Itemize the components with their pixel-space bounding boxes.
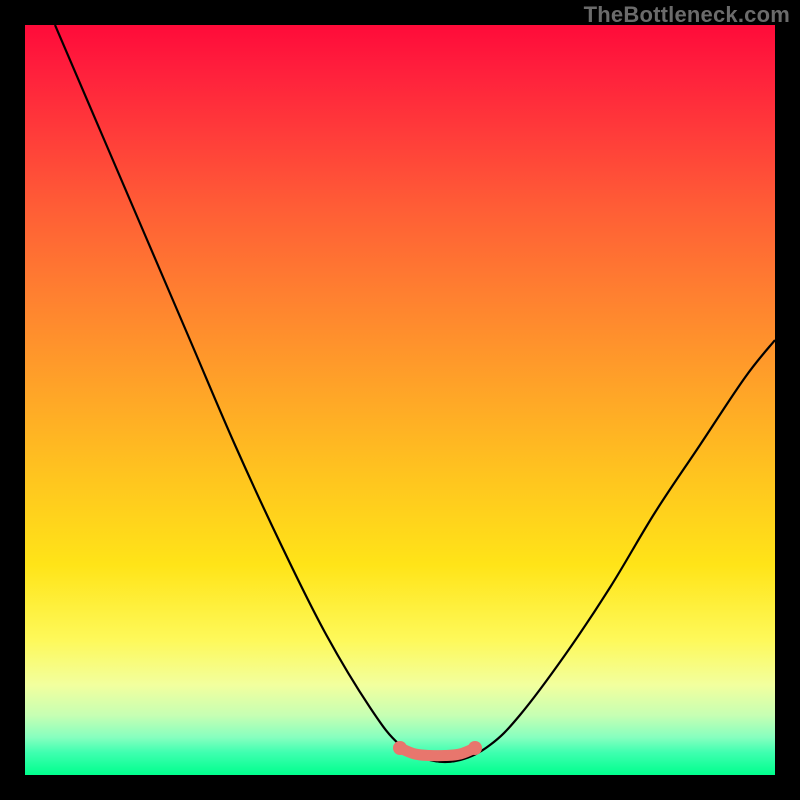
bottleneck-curve — [25, 25, 775, 775]
chart-frame: TheBottleneck.com — [0, 0, 800, 800]
plot-area — [25, 25, 775, 775]
watermark-label: TheBottleneck.com — [584, 2, 790, 28]
